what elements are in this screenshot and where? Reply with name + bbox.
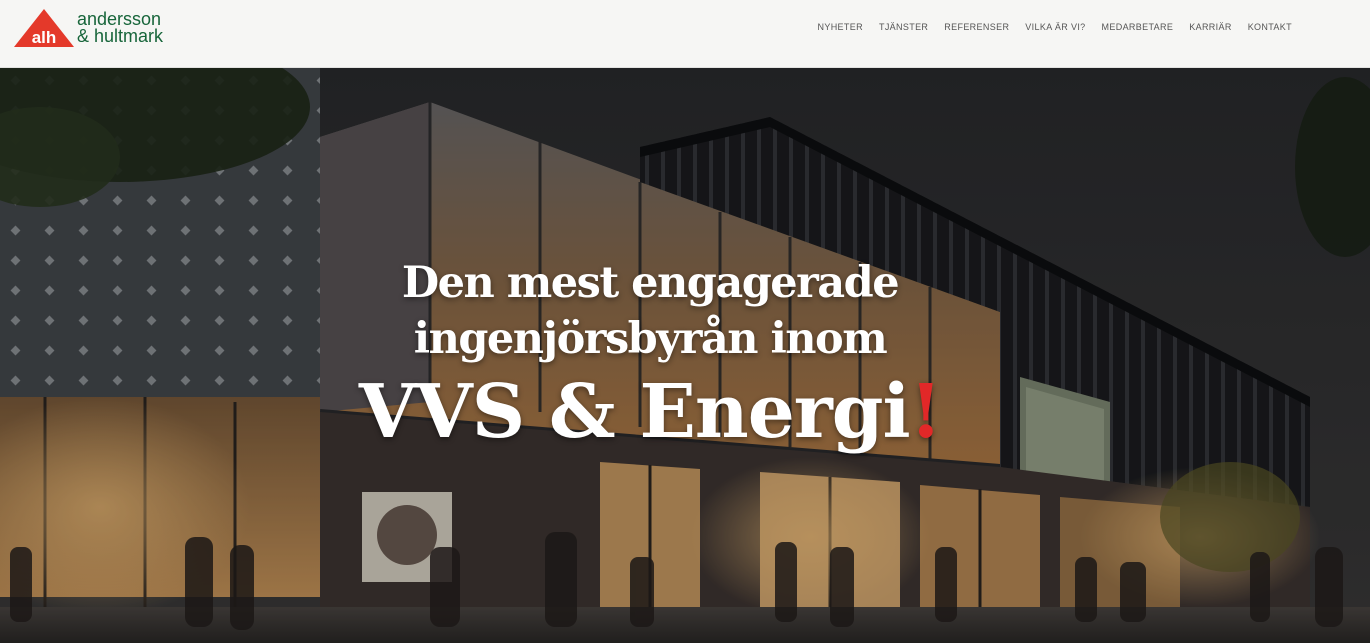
headline-line-2: ingenjörsbyrån inom	[413, 314, 888, 364]
logo-line-2: & hultmark	[77, 26, 164, 46]
hero-section: Den mest engagerade ingenjörsbyrån inom …	[0, 67, 1370, 643]
nav-item-karriar[interactable]: KARRIÄR	[1189, 22, 1231, 32]
logo-mark-text: alh	[32, 28, 57, 47]
nav-item-nyheter[interactable]: NYHETER	[818, 22, 863, 32]
nav-item-vilka-ar-vi[interactable]: VILKA ÄR VI?	[1025, 22, 1085, 32]
nav-item-medarbetare[interactable]: MEDARBETARE	[1102, 22, 1174, 32]
hero-headline: Den mest engagerade ingenjörsbyrån inom …	[0, 255, 1300, 455]
logo-triangle-icon: alh	[14, 9, 74, 47]
headline-exclamation: !	[909, 369, 943, 455]
headline-line-1: Den mest engagerade	[401, 258, 900, 308]
logo-wordmark: andersson & hultmark	[77, 10, 164, 46]
nav-item-kontakt[interactable]: KONTAKT	[1248, 22, 1292, 32]
nav-item-tjanster[interactable]: TJÄNSTER	[879, 22, 928, 32]
nav-item-referenser[interactable]: REFERENSER	[944, 22, 1009, 32]
headline-main: VVS & Energi	[358, 369, 911, 455]
headline-line-3: VVS & Energi!	[0, 369, 1300, 455]
site-header: alh andersson & hultmark NYHETER TJÄNSTE…	[0, 0, 1370, 68]
main-nav: NYHETER TJÄNSTER REFERENSER VILKA ÄR VI?…	[802, 22, 1293, 32]
